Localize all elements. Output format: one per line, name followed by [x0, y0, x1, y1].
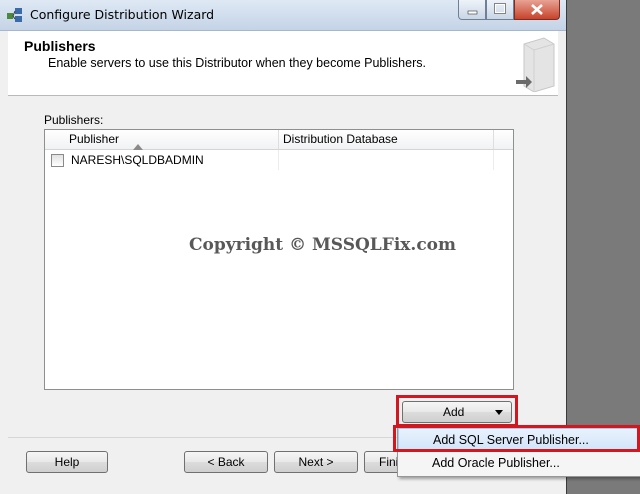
copyright-watermark: Copyright © MSSQLFix.com: [189, 235, 457, 255]
next-button[interactable]: Next >: [274, 451, 358, 473]
list-header: Publisher Distribution Database: [45, 130, 513, 150]
back-button[interactable]: < Back: [184, 451, 268, 473]
cell-divider: [493, 150, 494, 170]
server-graphic-icon: [514, 36, 556, 93]
column-header-publisher[interactable]: Publisher: [45, 130, 279, 150]
column-label: Distribution Database: [283, 132, 398, 146]
close-button[interactable]: [514, 0, 560, 20]
help-button[interactable]: Help: [26, 451, 108, 473]
publisher-checkbox[interactable]: [51, 154, 64, 167]
wizard-icon: [6, 7, 24, 23]
table-row[interactable]: NARESH\SQLDBADMIN: [45, 150, 513, 170]
publishers-list[interactable]: Publisher Distribution Database NARESH\S…: [44, 129, 514, 390]
menu-item-add-oracle-publisher[interactable]: Add Oracle Publisher...: [398, 452, 640, 474]
minimize-button[interactable]: [458, 0, 486, 20]
add-button-highlight: [396, 395, 518, 427]
menu-item-label: Add Oracle Publisher...: [432, 456, 560, 470]
page-title: Publishers: [24, 38, 96, 54]
cell-divider: [278, 150, 279, 170]
column-label: Publisher: [69, 132, 120, 146]
publishers-label: Publishers:: [44, 113, 104, 127]
title-bar: Configure Distribution Wizard: [0, 0, 566, 31]
maximize-button[interactable]: [486, 0, 514, 20]
window-title: Configure Distribution Wizard: [30, 7, 215, 22]
page-subtitle: Enable servers to use this Distributor w…: [48, 56, 426, 70]
menu-item-highlight: [393, 425, 640, 452]
column-header-distribution-database[interactable]: Distribution Database: [279, 130, 494, 149]
window-controls: [458, 0, 560, 20]
page-header: Publishers Enable servers to use this Di…: [8, 31, 558, 96]
wizard-window: Configure Distribution Wizard Publishers…: [0, 0, 567, 494]
publisher-name: NARESH\SQLDBADMIN: [71, 153, 204, 167]
